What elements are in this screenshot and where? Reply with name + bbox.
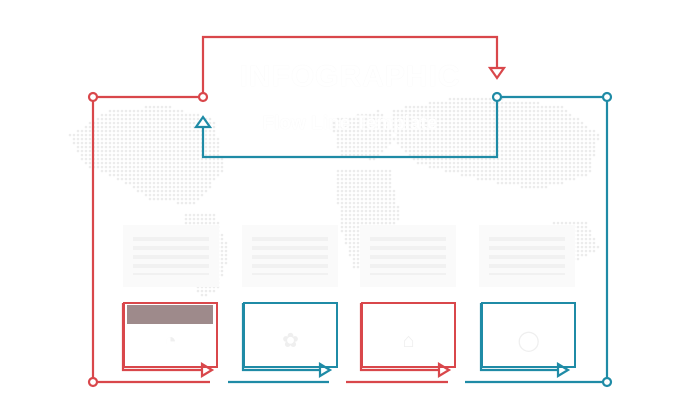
step-4-box: ◯ bbox=[483, 303, 574, 367]
leaf-icon: ✿ bbox=[282, 330, 299, 352]
step-2-box: ✿ bbox=[245, 303, 336, 367]
globe-icon: ◯ bbox=[517, 330, 540, 352]
step-3-box: ⌂ bbox=[363, 303, 454, 367]
clock-icon: ◔ bbox=[164, 330, 177, 352]
step-1-box: ◔ bbox=[125, 303, 216, 367]
house-icon: ⌂ bbox=[402, 330, 415, 352]
infographic-canvas: INFOGRAPHIC Flow Line Template ◔ ✿ ⌂ ◯ bbox=[0, 0, 700, 419]
flow-lines bbox=[87, 35, 613, 388]
